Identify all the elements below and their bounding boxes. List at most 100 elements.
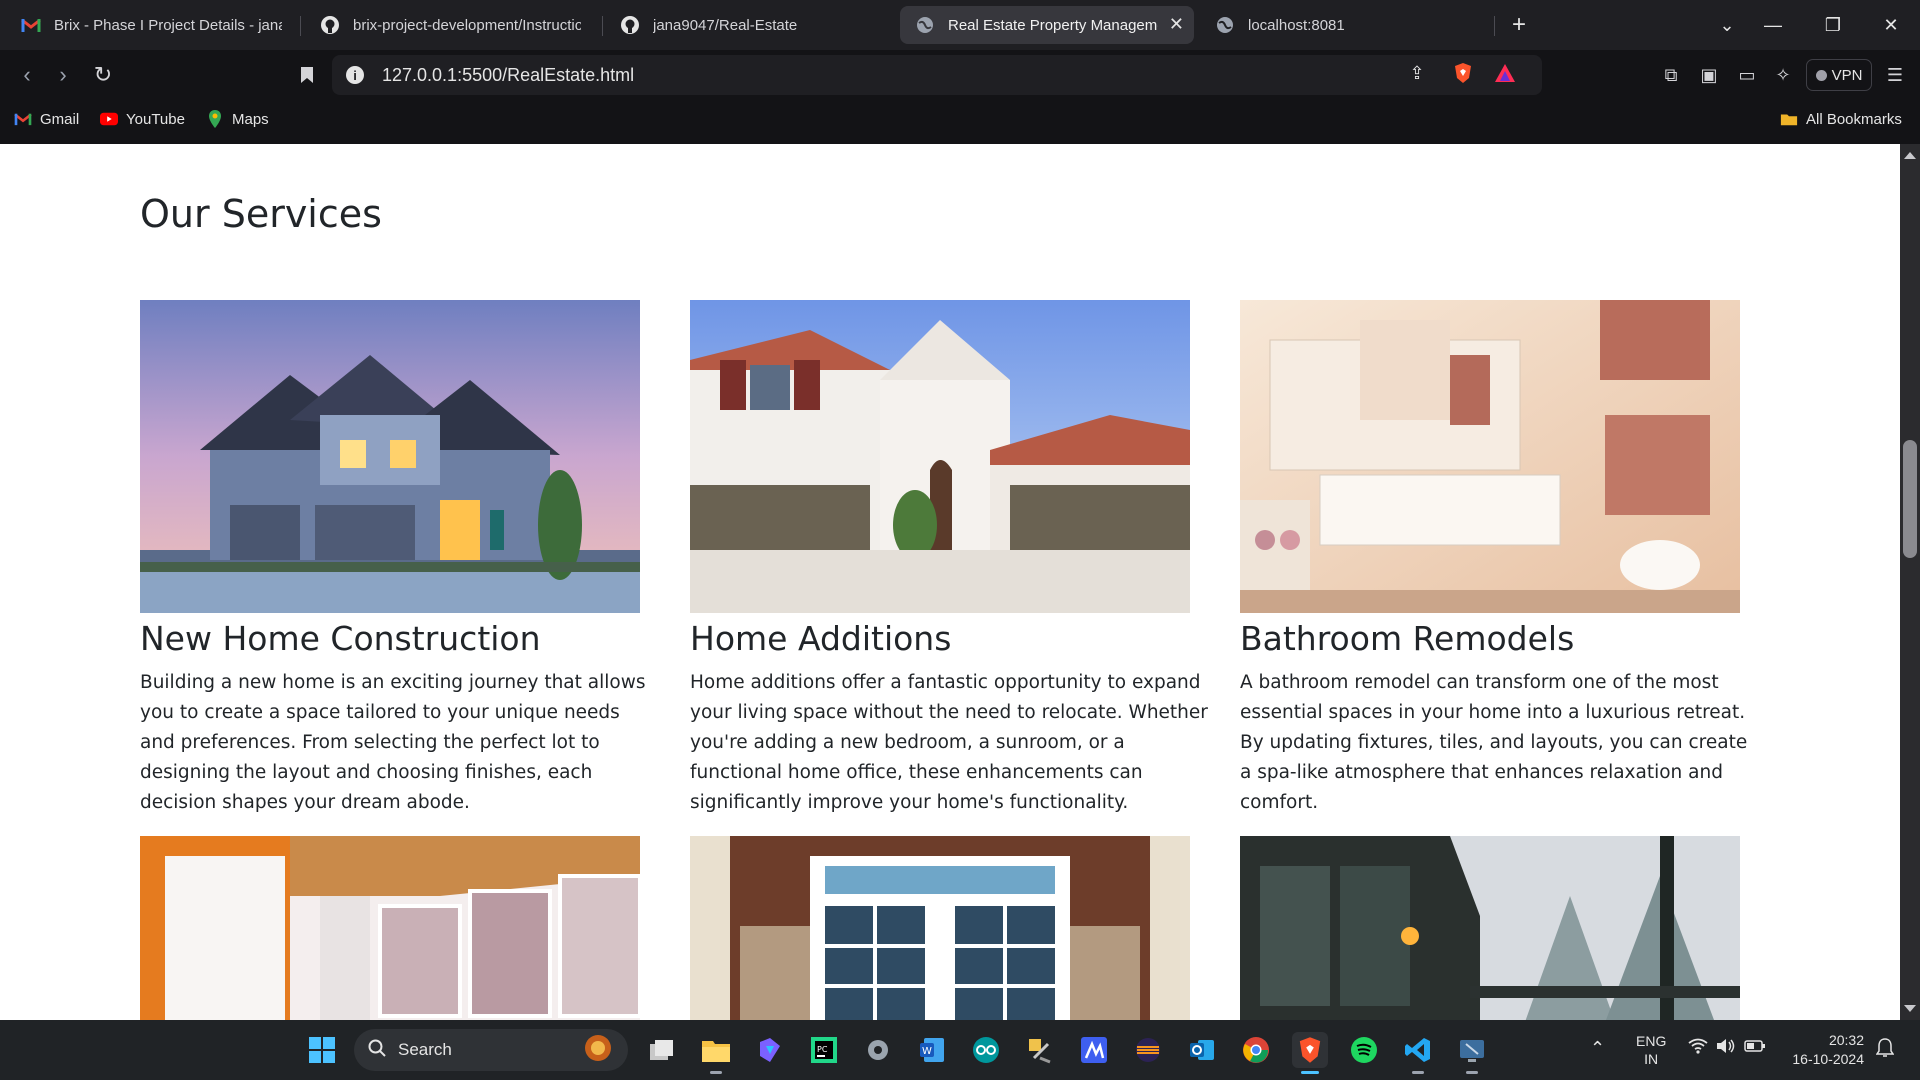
tab-real-estate-repo[interactable]: jana9047/Real-Estate xyxy=(605,6,895,44)
maps-icon xyxy=(206,110,224,128)
github-icon xyxy=(319,14,341,36)
windows-logo-icon xyxy=(309,1037,335,1063)
brave-browser-icon[interactable] xyxy=(1292,1032,1328,1074)
language-indicator[interactable]: ENG IN xyxy=(1636,1032,1666,1068)
folder-icon xyxy=(1780,110,1798,128)
brave-shield-icon[interactable] xyxy=(1450,60,1476,86)
pycharm-icon[interactable]: PC xyxy=(806,1032,842,1068)
close-window-icon[interactable]: ✕ xyxy=(1876,10,1906,40)
github-icon xyxy=(619,14,641,36)
browser-tab-strip: Brix - Phase I Project Details - janaja … xyxy=(0,0,1920,50)
service-title: New Home Construction xyxy=(140,619,541,658)
browser-toolbar: ‹ › ↻ i 127.0.0.1:5500/RealEstate.html ⇪… xyxy=(0,50,1920,100)
eclipse-icon[interactable] xyxy=(1130,1032,1166,1068)
scrollbar-thumb[interactable] xyxy=(1903,440,1917,558)
bookmarks-bar: Gmail YouTube Maps All Bookmarks xyxy=(0,100,1920,144)
region-label: IN xyxy=(1644,1051,1659,1067)
all-bookmarks-label: All Bookmarks xyxy=(1806,110,1902,128)
clock-date: 16-10-2024 xyxy=(1792,1051,1864,1067)
chrome-icon[interactable] xyxy=(1238,1032,1274,1068)
share-icon[interactable]: ⇪ xyxy=(1404,60,1430,86)
tab-title: jana9047/Real-Estate xyxy=(653,16,798,34)
start-button[interactable] xyxy=(304,1032,340,1068)
front-door-windows-photo xyxy=(690,836,1190,1020)
clock[interactable]: 20:32 16-10-2024 xyxy=(1786,1031,1864,1069)
tab-title: localhost:8081 xyxy=(1248,16,1345,34)
tab-localhost[interactable]: localhost:8081 xyxy=(1200,6,1490,44)
copilot-icon[interactable] xyxy=(752,1032,788,1068)
all-bookmarks-button[interactable]: All Bookmarks xyxy=(1780,110,1902,128)
notification-bell-icon[interactable] xyxy=(1875,1038,1895,1061)
remote-desktop-icon[interactable] xyxy=(1454,1032,1490,1074)
settings-gear-icon[interactable] xyxy=(860,1032,896,1068)
service-title: Home Additions xyxy=(690,619,952,658)
globe-icon xyxy=(1214,14,1236,36)
bookmark-label: YouTube xyxy=(126,110,185,128)
new-tab-button[interactable]: + xyxy=(1504,10,1534,40)
tab-list-chevron-icon[interactable]: ⌄ xyxy=(1712,10,1742,40)
close-tab-icon[interactable]: ✕ xyxy=(1169,14,1184,35)
minimize-icon[interactable]: — xyxy=(1758,10,1788,40)
scroll-up-icon[interactable] xyxy=(1904,152,1916,159)
bookmark-icon[interactable] xyxy=(292,60,322,90)
search-icon xyxy=(368,1039,386,1062)
word-icon[interactable]: W xyxy=(914,1032,950,1068)
service-card-new-home: New Home Construction Building a new hom… xyxy=(140,300,660,818)
extensions-icon[interactable]: ⧉ xyxy=(1658,62,1684,88)
tab-brix-instructions[interactable]: brix-project-development/Instructio xyxy=(305,6,595,44)
scroll-down-icon[interactable] xyxy=(1904,1005,1916,1012)
page-viewport: Our Services New Home Construction Build… xyxy=(0,144,1900,1020)
bookmark-maps[interactable]: Maps xyxy=(206,110,269,128)
service-card-home-additions: Home Additions Home additions offer a fa… xyxy=(690,300,1210,818)
arduino-icon[interactable] xyxy=(968,1032,1004,1068)
volume-icon[interactable] xyxy=(1716,1038,1736,1057)
wifi-icon[interactable] xyxy=(1688,1038,1708,1057)
matlab-icon[interactable] xyxy=(1076,1032,1112,1068)
spotify-icon[interactable] xyxy=(1346,1032,1382,1068)
svg-text:W: W xyxy=(922,1046,932,1057)
service-card-bathroom-remodels: Bathroom Remodels A bathroom remodel can… xyxy=(1240,300,1760,818)
back-arrow-icon[interactable]: ‹ xyxy=(12,60,42,90)
brave-rewards-icon[interactable] xyxy=(1492,60,1518,86)
search-highlight-icon xyxy=(582,1032,614,1069)
menu-icon[interactable]: ☰ xyxy=(1882,62,1908,88)
outlook-icon[interactable] xyxy=(1184,1032,1220,1068)
globe-icon xyxy=(914,14,936,36)
tools-icon[interactable] xyxy=(1022,1032,1058,1068)
leo-ai-icon[interactable]: ✧ xyxy=(1770,62,1796,88)
sidebar-icon[interactable]: ▣ xyxy=(1696,62,1722,88)
page-scrollbar[interactable] xyxy=(1900,144,1920,1020)
site-info-icon[interactable]: i xyxy=(346,66,364,84)
show-hidden-icons-chevron-icon[interactable]: ⌃ xyxy=(1590,1038,1605,1059)
windows-taskbar: Search PC W ⌃ ENG IN 20:32 16-10-2024 xyxy=(0,1020,1920,1080)
modern-bathroom-photo xyxy=(1240,300,1740,613)
tab-title: Real Estate Property Manageme xyxy=(948,16,1158,34)
vpn-button[interactable]: VPN xyxy=(1806,59,1872,91)
tab-brix-project-details[interactable]: Brix - Phase I Project Details - janaja xyxy=(6,6,296,44)
taskbar-search[interactable]: Search xyxy=(354,1029,628,1071)
service-description: Building a new home is an exciting journ… xyxy=(140,672,646,813)
service-title: Bathroom Remodels xyxy=(1240,619,1575,658)
battery-icon[interactable] xyxy=(1744,1039,1766,1056)
language-label: ENG xyxy=(1636,1033,1667,1049)
svg-text:PC: PC xyxy=(817,1045,828,1054)
task-view-icon[interactable] xyxy=(644,1032,680,1068)
sunroom-interior-photo xyxy=(140,836,640,1020)
gmail-icon xyxy=(20,14,42,36)
vscode-icon[interactable] xyxy=(1400,1032,1436,1074)
tab-real-estate-management[interactable]: Real Estate Property Manageme ✕ xyxy=(900,6,1194,44)
address-text: 127.0.0.1:5500/RealEstate.html xyxy=(382,64,635,85)
white-stucco-house-photo xyxy=(690,300,1190,613)
vpn-label: VPN xyxy=(1831,66,1863,84)
restore-icon[interactable]: ❐ xyxy=(1818,10,1848,40)
reload-icon[interactable]: ↻ xyxy=(88,60,118,90)
forward-arrow-icon[interactable]: › xyxy=(48,60,78,90)
bookmark-gmail[interactable]: Gmail xyxy=(14,110,79,128)
file-explorer-icon[interactable] xyxy=(698,1032,734,1074)
bookmark-label: Gmail xyxy=(40,110,80,128)
wallet-icon[interactable]: ▭ xyxy=(1734,62,1760,88)
bookmark-youtube[interactable]: YouTube xyxy=(100,110,185,128)
address-bar[interactable]: i 127.0.0.1:5500/RealEstate.html xyxy=(332,55,1542,95)
two-story-blue-house-photo xyxy=(140,300,640,613)
tab-title: brix-project-development/Instructio xyxy=(353,16,581,34)
